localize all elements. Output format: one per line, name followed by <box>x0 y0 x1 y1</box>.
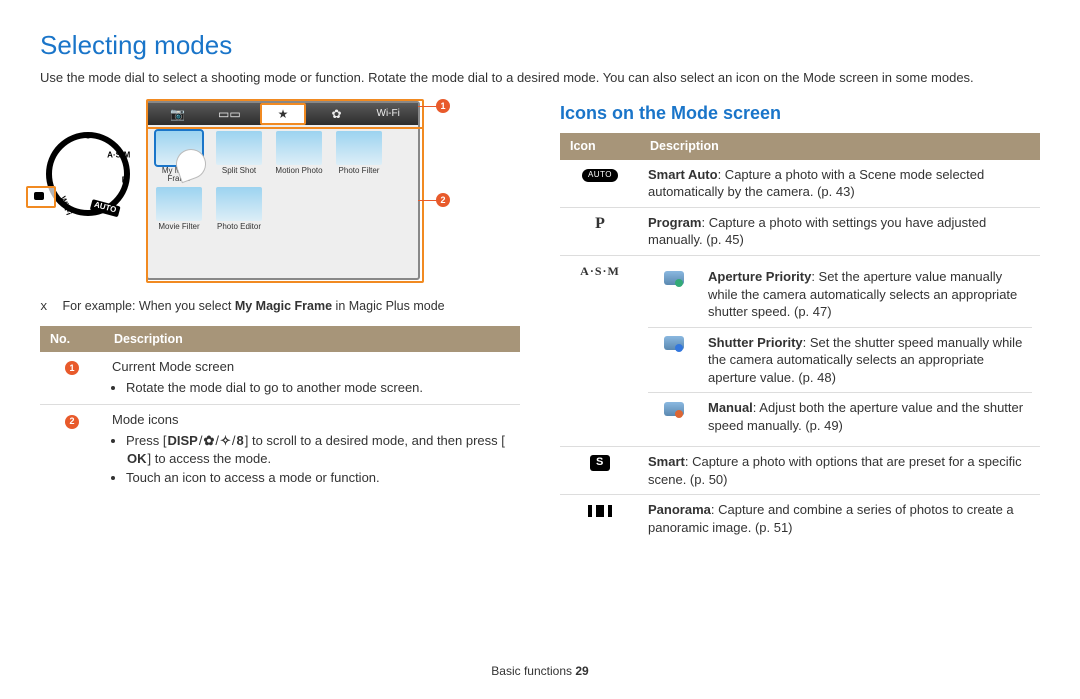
callout-badge-1: 1 <box>436 99 450 113</box>
app-item: Split Shot <box>214 131 264 184</box>
app-item: My Magic Frame <box>154 131 204 184</box>
dial-label-p: P <box>122 176 127 187</box>
asm-icon: A·S·M <box>580 263 620 281</box>
left-table-header-no: No. <box>40 326 104 353</box>
key-glyph-ok: OK <box>126 450 148 468</box>
screen-tab-settings: ✿ <box>316 105 358 123</box>
dial-label-asm: A·S·M <box>107 151 130 162</box>
key-glyph: ✿ <box>202 432 215 450</box>
table-row: 2Mode iconsPress [DISP/✿/✧/8] to scroll … <box>40 405 520 495</box>
right-icon-table: Icon Description AUTOSmart Auto: Capture… <box>560 133 1040 543</box>
mode-screen-graphic: 1 2 📷▭▭★✿Wi-Fi My Magic FrameSplit ShotM… <box>146 101 420 280</box>
table-row: AUTOSmart Auto: Capture a photo with a S… <box>560 160 1040 208</box>
table-row: Panorama: Capture and combine a series o… <box>560 495 1040 543</box>
mode-figure: S A·S·M P AUTO Wi-Fi 1 2 📷 ▭▭ ★ ✿ Wi-Fi My M… <box>40 101 520 280</box>
right-table-header-icon: Icon <box>560 133 640 160</box>
screen-tab-magic-plus: ★ <box>260 103 306 125</box>
app-item: Motion Photo <box>274 131 324 184</box>
callout-badge-2: 2 <box>436 193 450 207</box>
left-table-header-desc: Description <box>104 326 520 353</box>
table-row: PProgram: Capture a photo with settings … <box>560 207 1040 255</box>
intro-text: Use the mode dial to select a shooting m… <box>40 69 1040 87</box>
table-row: 1Current Mode screenRotate the mode dial… <box>40 352 520 405</box>
screen-tab-panorama: ▭▭ <box>208 105 250 123</box>
callout-number: 1 <box>65 361 79 375</box>
right-table-header-desc: Description <box>640 133 1040 160</box>
app-item: Movie Filter <box>154 187 204 231</box>
smart-icon <box>582 454 618 472</box>
auto-icon: AUTO <box>582 166 618 184</box>
left-description-table: No. Description 1Current Mode screenRota… <box>40 326 520 495</box>
aperture-priority-icon <box>656 269 692 287</box>
app-item: Photo Editor <box>214 187 264 231</box>
table-row: A·S·MAperture Priority: Set the aperture… <box>560 256 1040 447</box>
table-row: Smart: Capture a photo with options that… <box>560 447 1040 495</box>
manual-icon <box>656 400 692 418</box>
app-item: Photo Filter <box>334 131 384 184</box>
dial-label-s: S <box>85 132 90 143</box>
program-icon: P <box>582 214 618 232</box>
mode-dial-graphic: S A·S·M P AUTO Wi-Fi <box>40 126 136 222</box>
page-title: Selecting modes <box>40 28 1040 63</box>
callout-number: 2 <box>65 415 79 429</box>
right-heading: Icons on the Mode screen <box>560 101 1040 125</box>
key-glyph: DISP <box>166 432 198 450</box>
key-glyph: 8 <box>236 432 245 450</box>
key-glyph: ✧ <box>219 432 232 450</box>
page-footer: Basic functions 29 <box>40 663 1040 679</box>
dial-indicator-icon <box>26 186 56 208</box>
shutter-priority-icon <box>656 334 692 352</box>
example-text: x For example: When you select My Magic … <box>40 298 520 316</box>
screen-tab-camera: 📷 <box>157 105 199 123</box>
panorama-icon <box>582 502 618 520</box>
screen-tab-wifi: Wi-Fi <box>367 105 409 123</box>
